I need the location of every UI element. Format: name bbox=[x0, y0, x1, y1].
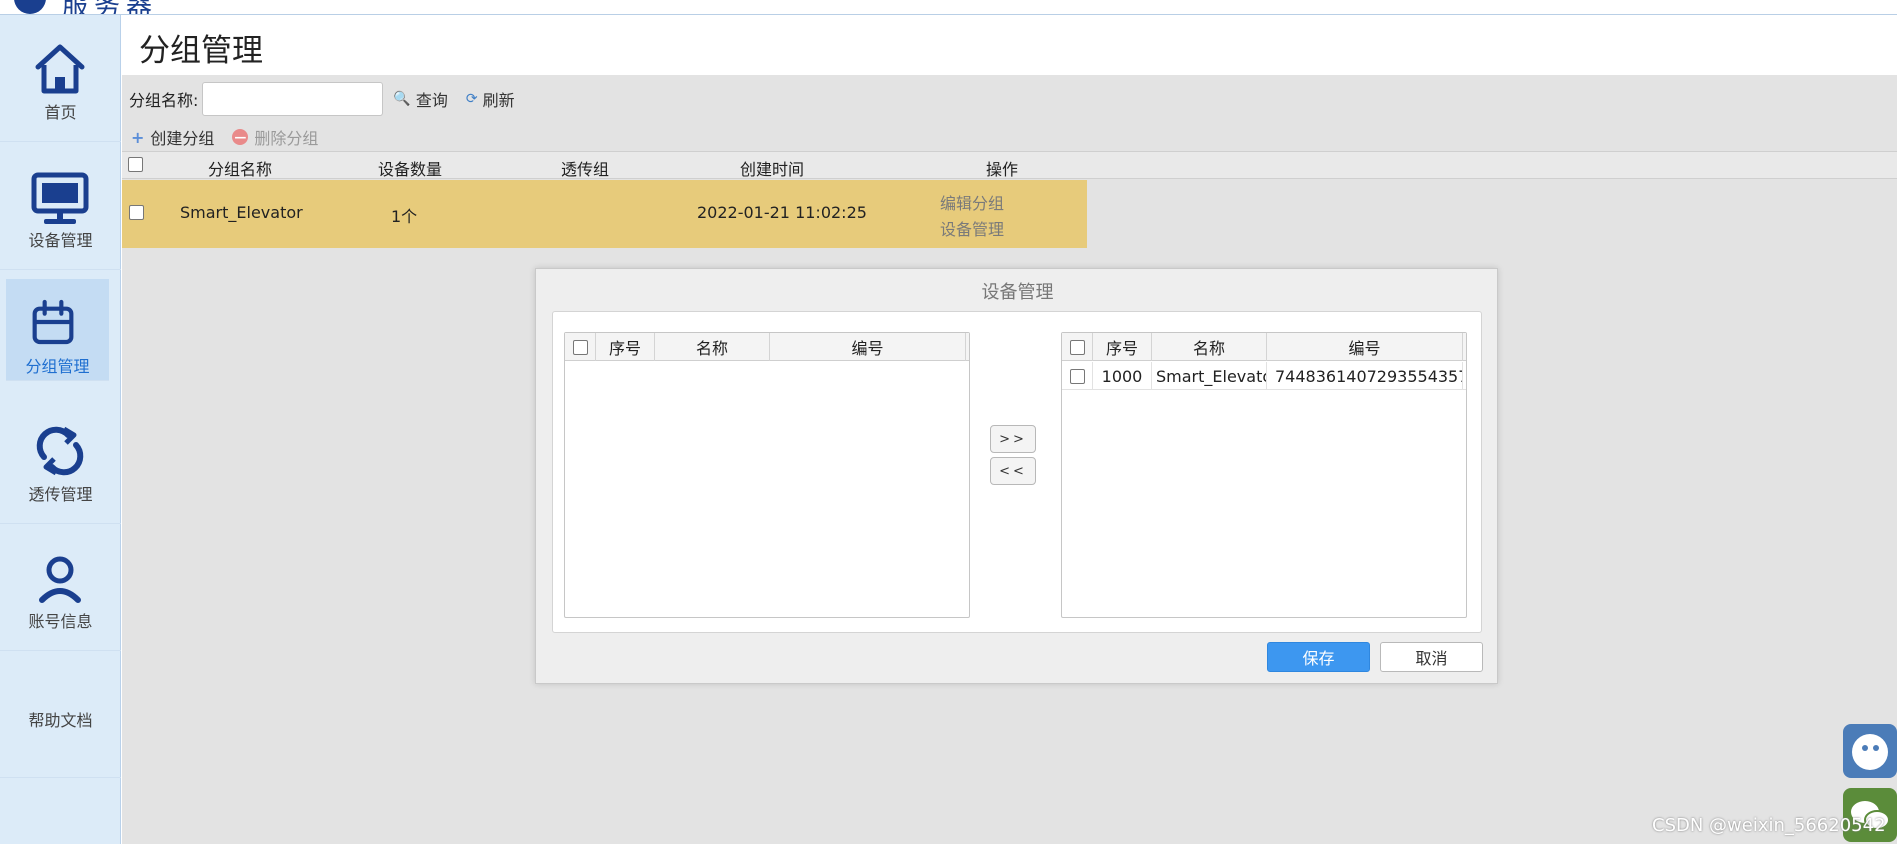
filter-bar: 分组名称: 🔍 查询 ⟳ 刷新 bbox=[129, 81, 533, 117]
search-icon: 🔍 bbox=[393, 91, 411, 107]
group-name-label: 分组名称: bbox=[129, 91, 199, 110]
select-all-checkbox[interactable] bbox=[565, 333, 596, 361]
page-title: 分组管理 bbox=[139, 33, 263, 69]
column-header[interactable]: 名称 bbox=[1152, 333, 1267, 361]
select-all-checkbox[interactable] bbox=[1062, 333, 1093, 361]
row-checkbox[interactable] bbox=[1062, 362, 1093, 390]
column-header[interactable]: 序号 bbox=[596, 333, 655, 361]
top-bar: 服务器 bbox=[0, 0, 1897, 15]
chat-bot-icon bbox=[1852, 734, 1888, 770]
sync-icon bbox=[36, 426, 84, 476]
list-header: 序号 名称 编号 bbox=[1062, 333, 1466, 361]
list-header: 序号 名称 编号 bbox=[565, 333, 969, 361]
create-group-button[interactable]: + 创建分组 bbox=[131, 125, 214, 149]
sidebar-item-label: 分组管理 bbox=[25, 357, 90, 376]
group-name-cell: Smart_Elevator bbox=[180, 203, 303, 222]
delete-group-label: 删除分组 bbox=[254, 129, 319, 148]
available-devices-list: 序号 名称 编号 bbox=[564, 332, 970, 618]
created-time-cell: 2022-01-21 11:02:25 bbox=[697, 203, 867, 222]
device-name-cell: Smart_Elevator bbox=[1152, 362, 1267, 390]
sidebar: 首页 设备管理 分组管理 透传管理 账号信息 帮助文档 bbox=[0, 15, 121, 844]
monitor-icon bbox=[31, 172, 89, 224]
column-header[interactable]: 设备数量 bbox=[342, 156, 478, 180]
logo-text: 服务器 bbox=[62, 0, 159, 15]
action-bar: + 创建分组 — 删除分组 bbox=[131, 125, 336, 149]
sidebar-item-account[interactable]: 账号信息 bbox=[0, 524, 121, 651]
dialog-title: 设备管理 bbox=[981, 282, 1054, 303]
group-name-input[interactable] bbox=[202, 82, 384, 116]
sidebar-item-help[interactable]: 帮助文档 bbox=[0, 651, 121, 778]
home-icon bbox=[35, 44, 85, 94]
refresh-label: 刷新 bbox=[482, 91, 515, 110]
user-icon bbox=[39, 556, 81, 603]
sidebar-item-label: 帮助文档 bbox=[28, 711, 93, 730]
device-code-cell: 74483614072935543578 bbox=[1267, 362, 1463, 390]
sidebar-item-home[interactable]: 首页 bbox=[0, 15, 121, 142]
column-header[interactable]: 分组名称 bbox=[172, 156, 308, 180]
move-left-button[interactable]: << bbox=[990, 457, 1036, 485]
device-management-link[interactable]: 设备管理 bbox=[940, 216, 1004, 240]
row-checkbox[interactable] bbox=[129, 205, 144, 224]
refresh-icon: ⟳ bbox=[465, 91, 478, 107]
logo-icon bbox=[14, 0, 46, 14]
chat-widget-button[interactable] bbox=[1843, 724, 1897, 778]
query-label: 查询 bbox=[415, 91, 448, 110]
column-header[interactable]: 透传组 bbox=[517, 156, 653, 180]
device-management-dialog: 设备管理 序号 名称 编号 >> << 序号 名称 编号 1000 Smart_… bbox=[535, 268, 1498, 684]
sidebar-item-label: 设备管理 bbox=[28, 231, 93, 250]
list-item[interactable]: 1000 Smart_Elevator 74483614072935543578 bbox=[1062, 362, 1466, 390]
sidebar-item-label: 透传管理 bbox=[28, 485, 93, 504]
sidebar-item-groups[interactable]: 分组管理 bbox=[6, 279, 109, 381]
calendar-icon bbox=[32, 299, 74, 345]
column-header[interactable]: 序号 bbox=[1093, 333, 1152, 361]
minus-circle-icon: — bbox=[232, 129, 249, 145]
column-header[interactable]: 编号 bbox=[1267, 333, 1463, 361]
grid-header: 分组名称 设备数量 透传组 创建时间 操作 bbox=[122, 151, 1897, 179]
cancel-button[interactable]: 取消 bbox=[1380, 642, 1483, 672]
move-right-button[interactable]: >> bbox=[990, 425, 1036, 453]
column-header[interactable]: 编号 bbox=[770, 333, 966, 361]
index-cell: 1000 bbox=[1093, 362, 1152, 390]
query-button[interactable]: 🔍 查询 bbox=[393, 87, 447, 111]
table-row[interactable]: Smart_Elevator 1个 2022-01-21 11:02:25 编辑… bbox=[122, 180, 1087, 248]
selected-devices-list: 序号 名称 编号 1000 Smart_Elevator 74483614072… bbox=[1061, 332, 1467, 618]
column-header[interactable]: 创建时间 bbox=[704, 156, 840, 180]
column-header[interactable]: 名称 bbox=[655, 333, 770, 361]
delete-group-button[interactable]: — 删除分组 bbox=[232, 125, 318, 149]
dialog-body: 序号 名称 编号 >> << 序号 名称 编号 1000 Smart_Eleva… bbox=[552, 311, 1482, 633]
save-button[interactable]: 保存 bbox=[1267, 642, 1370, 672]
edit-group-link[interactable]: 编辑分组 bbox=[940, 190, 1004, 214]
sidebar-item-label: 账号信息 bbox=[28, 612, 93, 631]
plus-icon: + bbox=[131, 127, 145, 147]
refresh-button[interactable]: ⟳ 刷新 bbox=[466, 87, 515, 111]
create-group-label: 创建分组 bbox=[150, 129, 215, 148]
sidebar-item-passthrough[interactable]: 透传管理 bbox=[0, 397, 121, 524]
sidebar-item-label: 首页 bbox=[44, 103, 77, 122]
sidebar-item-devices[interactable]: 设备管理 bbox=[0, 143, 121, 270]
column-header[interactable]: 操作 bbox=[934, 156, 1070, 180]
watermark: CSDN @weixin_56620542 bbox=[1652, 815, 1886, 836]
device-count-cell: 1个 bbox=[391, 207, 418, 226]
select-all-checkbox[interactable] bbox=[128, 157, 143, 176]
page-header: 分组管理 bbox=[122, 15, 1897, 75]
